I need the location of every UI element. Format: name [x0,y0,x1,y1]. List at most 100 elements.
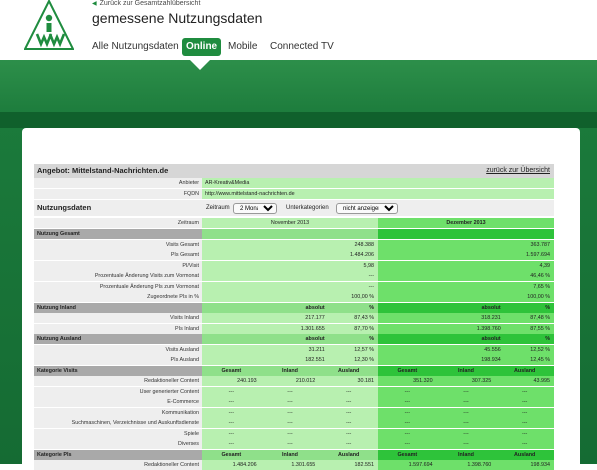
row-label: Redaktioneller Content [34,460,202,470]
month1-value: 248.388 [202,239,378,250]
nav-item-alle-nutzungsdaten[interactable]: Alle Nutzungsdaten [92,38,179,56]
month2-percent: 87,48 % [504,313,554,323]
category-value: --- [495,428,554,439]
col-absolut-2: absolut [378,302,505,313]
fqdn-value: http://www.mittelstand-nachrichten.de [202,189,554,199]
category-value: --- [260,439,320,449]
nutzung-inland-header-row: Nutzung Inland absolut% absolut% [34,302,554,313]
table-row: PIs Gesamt 1.484.206 1.597.694 [34,250,554,260]
month2-absolut: 45.556 [378,344,505,355]
category-value: 351.320 [378,376,437,386]
kategorie-pis-header-row: Kategorie PIs Gesamt Inland Ausland Gesamt In… [34,449,554,460]
zeitraum-col-label: Zeitraum [34,218,202,228]
table-row: Prozentuale Änderung Visits zum Vormonat… [34,271,554,281]
anbieter-row: Anbieter AR-Kreativ&Media [34,178,554,188]
table-row: PI/Visit 5,98 4,39 [34,260,554,271]
month1-percent: 12,30 % [328,355,378,365]
category-value: --- [319,418,378,428]
nutzung-gesamt-header-fill-1 [202,229,378,239]
row-label: Redaktioneller Content [34,376,202,386]
row-label: User generierter Content [34,386,202,397]
category-value: --- [378,428,437,439]
month1-absolut: 182.551 [202,355,329,365]
back-to-overview-link[interactable]: ◀ Zurück zur Gesamtzahlübersicht [92,0,200,7]
table-row: Visits Gesamt 248.388 363.787 [34,239,554,250]
month2-value: 363.787 [378,239,554,250]
category-value: --- [319,386,378,397]
category-col-header: Ausland [319,365,378,376]
category-value: --- [202,418,261,428]
nav-item-mobile[interactable]: Mobile [228,38,257,56]
table-row: PIs Inland 1.301.655 87,70 % 1.398.760 87,55… [34,323,554,334]
category-value: --- [319,439,378,449]
category-value: --- [260,397,320,407]
category-value: 240.193 [202,376,261,386]
unterkategorien-select[interactable]: nicht anzeigen [336,203,398,214]
table-row: PIs Ausland 182.551 12,30 % 198.934 12,45 % [34,355,554,365]
category-value: --- [495,418,554,428]
active-tab-pointer [190,60,210,70]
category-value: 1.398.760 [436,460,496,470]
table-row: Diverses --- --- --- --- --- --- [34,439,554,449]
month2-percent: 12,45 % [504,355,554,365]
month2-percent: 87,55 % [504,323,554,334]
zeitraum-select[interactable]: 2 Monate [233,203,277,214]
category-col-header: Inland [436,365,496,376]
row-label: E-Commerce [34,397,202,407]
table-row: Spiele --- --- --- --- --- --- [34,428,554,439]
month1-value: --- [202,271,378,281]
nav-item-connected-tv[interactable]: Connected TV [270,38,334,56]
nutzung-ausland-header: Nutzung Ausland [34,334,202,344]
nutzung-gesamt-header-fill-2 [378,229,554,239]
month1-value: 100,00 % [202,292,378,302]
month1-value: --- [202,281,378,292]
row-label: Prozentuale Änderung Visits zum Vormonat [34,271,202,281]
zeitraum-select-label: Zeitraum [206,205,230,211]
col-absolut-1: absolut [202,334,329,344]
banner-stripe [0,112,597,128]
category-value: --- [436,428,496,439]
anbieter-label: Anbieter [34,178,202,188]
category-value: 1.301.655 [260,460,320,470]
row-label: Zugeordnete PIs in % [34,292,202,302]
month2-absolut: 1.398.760 [378,323,505,334]
row-label: Visits Gesamt [34,239,202,250]
table-row: Visits Inland 217.177 87,43 % 318.231 87,48 … [34,313,554,323]
category-value: 43.995 [495,376,554,386]
kategorie-visits-header: Kategorie Visits [34,365,202,376]
table-row: Zugeordnete PIs in % 100,00 % 100,00 % [34,292,554,302]
month2-value: 100,00 % [378,292,554,302]
row-label: PI/Visit [34,260,202,271]
category-value: --- [202,428,261,439]
month1-absolut: 31.211 [202,344,329,355]
category-value: --- [378,407,437,418]
nutzung-ausland-header-row: Nutzung Ausland absolut% absolut% [34,334,554,344]
category-value: --- [202,407,261,418]
nutzung-gesamt-header: Nutzung Gesamt [34,229,202,239]
table-row: Redaktioneller Content 1.484.206 1.301.655… [34,460,554,470]
nav-item-online[interactable]: Online [182,38,222,56]
month2-header: Dezember 2013 [378,218,554,228]
category-value: --- [202,397,261,407]
category-value: --- [436,397,496,407]
category-value: --- [495,386,554,397]
month2-value: 4,39 [378,260,554,271]
page-title: gemessene Nutzungsdaten [92,10,263,26]
category-col-header: Gesamt [202,365,261,376]
back-overview-link[interactable]: zurück zur Übersicht [486,164,550,178]
ivw-logo [24,0,74,50]
category-value: 182.551 [319,460,378,470]
table-row: Redaktioneller Content 240.193 210.012 30.1… [34,376,554,386]
category-value: --- [436,418,496,428]
category-value: 30.181 [319,376,378,386]
offer-title-row: Angebot: Mittelstand-Nachrichten.de zurü… [34,164,554,178]
category-col-header: Ausland [319,449,378,460]
col-pct-1: % [328,334,378,344]
table-row: User generierter Content --- --- --- --- --- -… [34,386,554,397]
triangle-left-icon: ◀ [92,1,97,7]
month1-absolut: 1.301.655 [202,323,329,334]
category-col-header: Gesamt [378,365,437,376]
nutzungsdaten-row: Nutzungsdaten Zeitraum 2 Monate Unterkat… [34,200,554,216]
category-value: --- [319,407,378,418]
row-label: PIs Ausland [34,355,202,365]
